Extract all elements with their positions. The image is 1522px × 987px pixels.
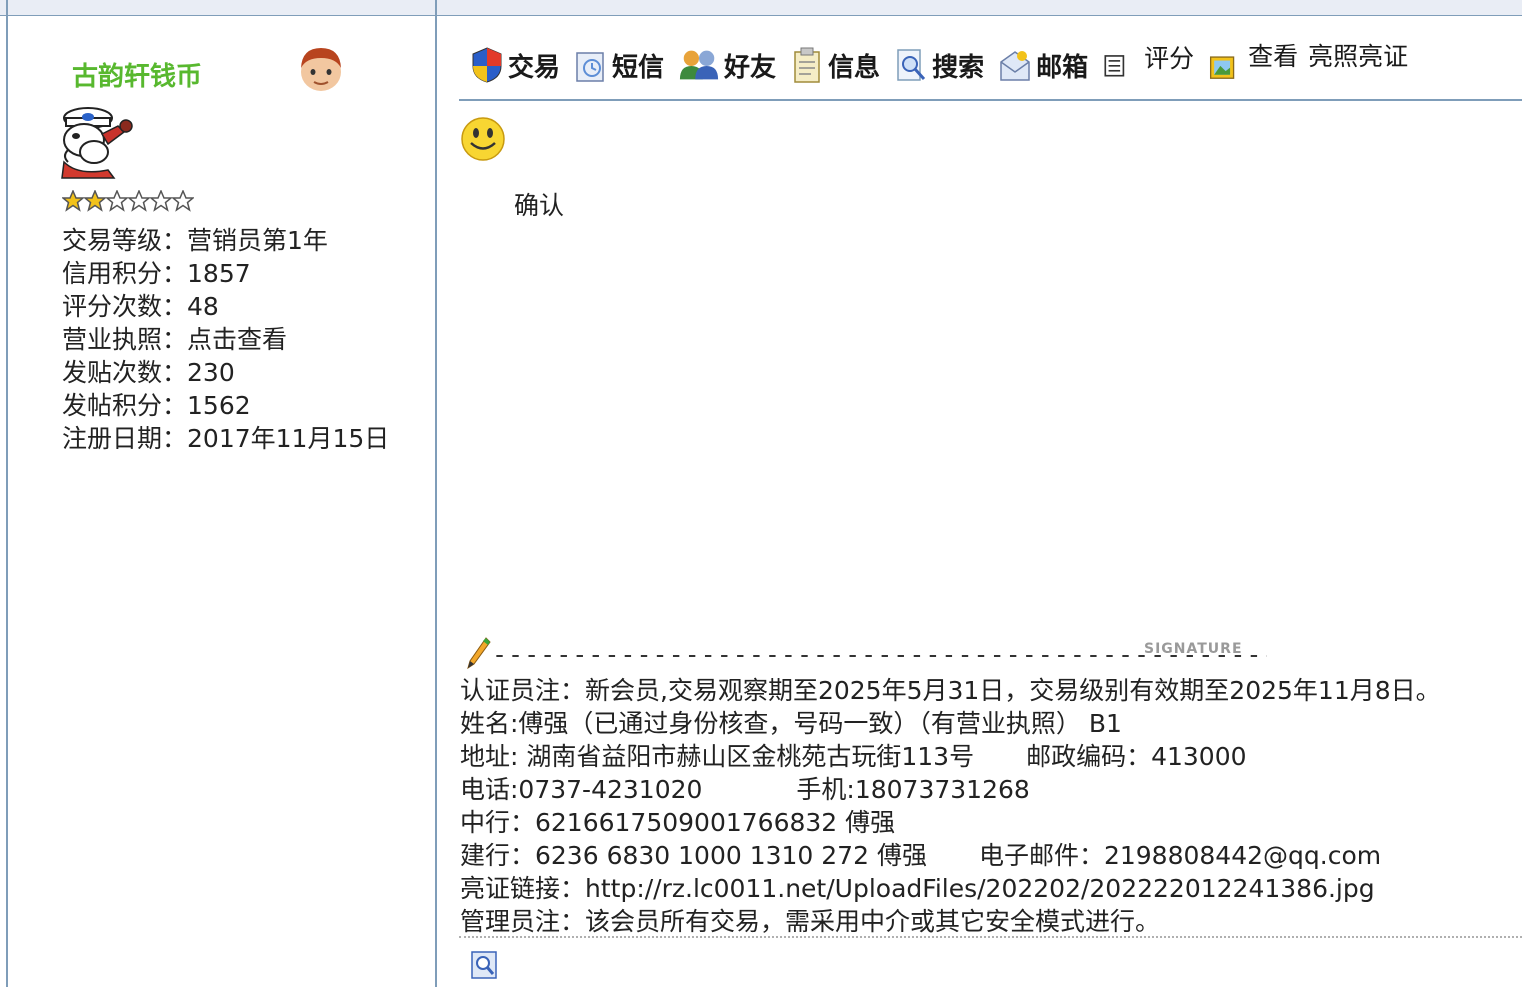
pencil-icon [467, 637, 491, 670]
sig-ccb: 建行：6236 6830 1000 1310 272 傅强 [460, 841, 927, 870]
license-button[interactable]: 亮照亮证 [1308, 42, 1408, 83]
star-filled-icon [84, 190, 106, 212]
info-rating-count: 评分次数：48 [62, 290, 389, 323]
signature-end-divider [459, 936, 1522, 938]
panel-divider [435, 0, 437, 987]
info-label: 营业执照： [62, 325, 188, 354]
info-value: 48 [187, 292, 219, 321]
rate-button[interactable]: 评分 [1102, 44, 1194, 84]
sig-link-label: 亮证链接： [460, 874, 586, 903]
info-label: 注册日期： [62, 424, 188, 453]
mail-button[interactable]: 邮箱 [998, 46, 1088, 84]
post-content: 确认 [514, 191, 565, 220]
info-label: 发贴次数： [62, 358, 188, 387]
sms-label: 短信 [612, 52, 665, 83]
sig-address: 地址: 湖南省益阳市赫山区金桃苑古玩街113号 [460, 742, 975, 771]
user-avatar [61, 107, 133, 179]
info-business-license: 营业执照：点击查看 [62, 323, 389, 356]
zoom-icon[interactable] [470, 950, 498, 980]
star-filled-icon [62, 190, 84, 212]
star-empty-icon [150, 190, 172, 212]
star-empty-icon [128, 190, 150, 212]
view-button[interactable]: 查看 [1208, 42, 1298, 84]
info-value: 营销员第1年 [187, 226, 328, 255]
sig-mobile: 手机:18073731268 [796, 775, 1030, 804]
license-link[interactable]: http://rz.lc0011.net/UploadFiles/202202/… [585, 874, 1375, 903]
sms-button[interactable]: 短信 [574, 46, 664, 84]
signature-label: SIGNATURE [1144, 641, 1243, 657]
username-link[interactable]: 古韵轩钱币 [72, 56, 202, 93]
trade-button[interactable]: 交易 [470, 46, 560, 84]
sig-license-link-row: 亮证链接：http://rz.lc0011.net/UploadFiles/20… [460, 872, 1520, 905]
view-label: 查看 [1248, 42, 1299, 71]
sig-address-row: 地址: 湖南省益阳市赫山区金桃苑古玩街113号 邮政编码：413000 [460, 740, 1520, 773]
post-toolbar: 交易 短信 好友 信息 搜索 邮箱 评分 查看 亮照亮证 [470, 40, 1422, 90]
sig-ccb-row: 建行：6236 6830 1000 1310 272 傅强 电子邮件：219880… [460, 839, 1520, 872]
search-icon [897, 49, 926, 81]
top-header-bar [0, 0, 1522, 16]
shield-icon [472, 47, 502, 83]
signature-body: 认证员注：新会员,交易观察期至2025年5月31日，交易级别有效期至2025年1… [460, 674, 1520, 938]
sig-admin-note: 管理员注：该会员所有交易，需采用中介或其它安全模式进行。 [460, 907, 1161, 936]
search-button[interactable]: 搜索 [894, 46, 984, 84]
left-border [6, 0, 8, 987]
friends-icon [679, 50, 719, 80]
rating-stars [62, 190, 194, 212]
license-label: 亮照亮证 [1308, 42, 1409, 71]
friend-label: 好友 [724, 52, 777, 83]
sig-postcode: 邮政编码：413000 [1026, 742, 1247, 771]
sig-phone: 电话:0737-4231020 [460, 775, 703, 804]
info-credit-score: 信用积分：1857 [62, 257, 389, 290]
info-button[interactable]: 信息 [790, 46, 880, 84]
picture-icon [1210, 56, 1235, 79]
friend-button[interactable]: 好友 [678, 46, 776, 84]
message-icon [576, 52, 604, 82]
search-label: 搜索 [932, 52, 985, 83]
info-trade-level: 交易等级：营销员第1年 [62, 224, 389, 257]
user-face-icon [301, 48, 341, 91]
star-empty-icon [106, 190, 128, 212]
trade-label: 交易 [508, 52, 561, 83]
clipboard-icon [794, 47, 820, 83]
view-license-link[interactable]: 点击查看 [187, 325, 287, 354]
sig-phone-row: 电话:0737-4231020 手机:18073731268 [460, 773, 1520, 806]
sig-email: 电子邮件：2198808442@qq.com [978, 841, 1382, 870]
toolbar-divider [459, 99, 1522, 101]
list-icon [1104, 55, 1125, 77]
info-label: 发帖积分： [62, 391, 188, 420]
sig-boc: 中行：6216617509001766832 傅强 [460, 808, 896, 837]
info-label: 评分次数： [62, 292, 188, 321]
smiley-icon [461, 117, 505, 161]
user-info-list: 交易等级：营销员第1年 信用积分：1857 评分次数：48 营业执照：点击查看 … [62, 224, 389, 455]
info-label: 信息 [828, 52, 881, 83]
info-register-date: 注册日期：2017年11月15日 [62, 422, 389, 455]
sig-verifier-note: 认证员注：新会员,交易观察期至2025年5月31日，交易级别有效期至2025年1… [460, 676, 1441, 705]
info-post-count: 发贴次数：230 [62, 356, 389, 389]
info-post-points: 发帖积分：1562 [62, 389, 389, 422]
rate-label: 评分 [1144, 44, 1195, 73]
mail-label: 邮箱 [1036, 52, 1089, 83]
info-value: 1562 [187, 391, 251, 420]
info-label: 信用积分： [62, 259, 188, 288]
mail-icon [1000, 51, 1030, 81]
info-value: 2017年11月15日 [187, 424, 390, 453]
star-empty-icon [172, 190, 194, 212]
sig-name: 姓名:傅强（已通过身份核查，号码一致）（有营业执照） B1 [460, 709, 1122, 738]
info-value: 230 [187, 358, 235, 387]
info-label: 交易等级： [62, 226, 188, 255]
info-value: 1857 [187, 259, 251, 288]
